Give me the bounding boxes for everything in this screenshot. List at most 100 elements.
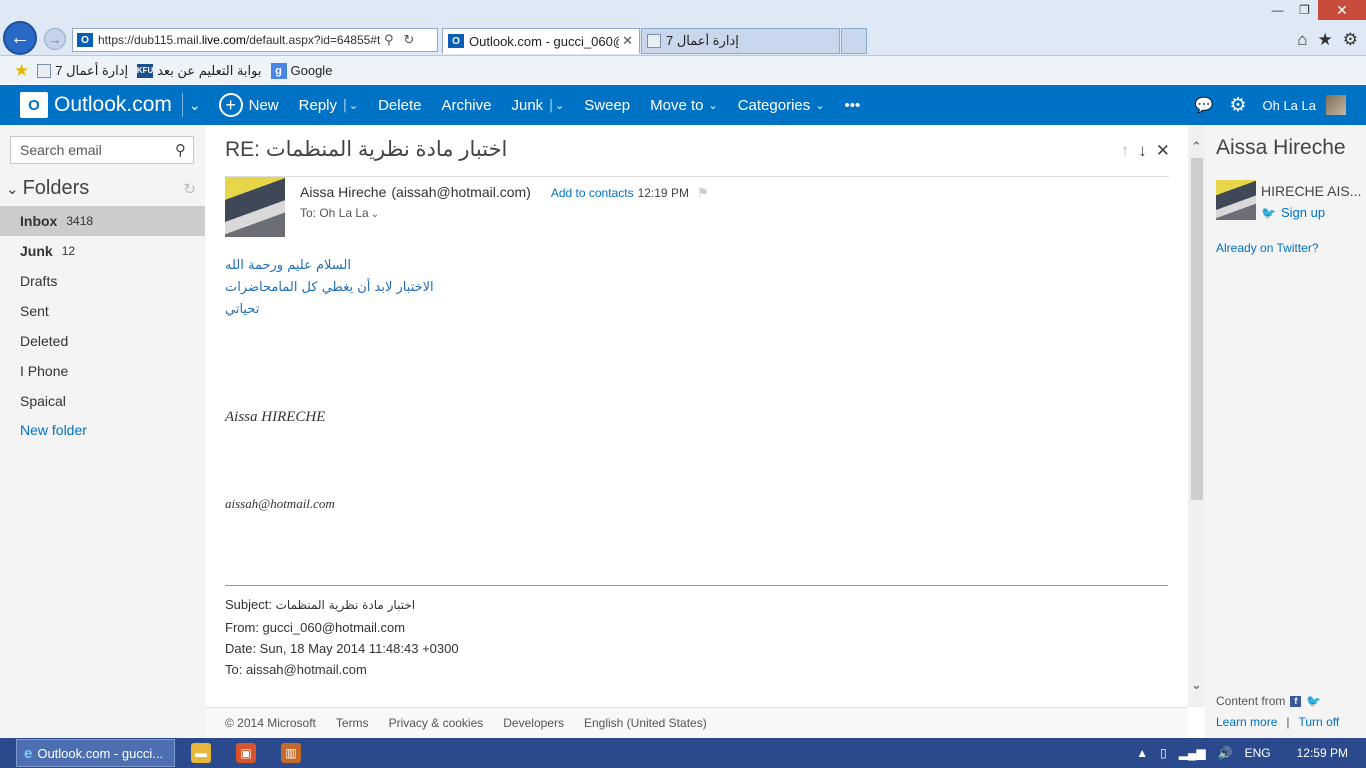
tab-outlook[interactable]: O Outlook.com - gucci_060@... ✕ bbox=[442, 28, 640, 54]
chevron-down-icon: ⌄ bbox=[6, 180, 19, 198]
battery-icon[interactable]: ▯ bbox=[1160, 746, 1167, 760]
internet-explorer-icon: e bbox=[24, 744, 33, 762]
reading-scrollbar[interactable]: ⌃ ⌄ bbox=[1188, 125, 1205, 707]
gear-icon[interactable]: ⚙ bbox=[1229, 94, 1246, 117]
divider bbox=[225, 176, 1169, 177]
language-indicator[interactable]: ENG bbox=[1245, 746, 1271, 760]
recipients-line[interactable]: To: Oh La La ⌄ bbox=[300, 206, 379, 220]
close-window-button[interactable]: ✕ bbox=[1318, 0, 1366, 20]
already-on-twitter-link[interactable]: Already on Twitter? bbox=[1216, 241, 1319, 255]
quoted-to: To: aissah@hotmail.com bbox=[225, 662, 367, 677]
clock[interactable]: 12:59 PM bbox=[1297, 746, 1348, 760]
new-tab-button[interactable] bbox=[841, 28, 867, 54]
browser-chrome: ← → O https://dub115.mail.live.com/defau… bbox=[0, 0, 1366, 56]
terms-link[interactable]: Terms bbox=[336, 716, 369, 730]
favorite-kfu[interactable]: KFU بوابة التعليم عن بعد bbox=[137, 63, 262, 79]
chevron-down-icon[interactable]: ⌄ bbox=[371, 209, 379, 220]
media-icon[interactable]: ▥ bbox=[281, 743, 301, 763]
more-actions-button[interactable]: ••• bbox=[844, 97, 860, 114]
network-icon[interactable]: ▂▄▆ bbox=[1179, 746, 1206, 760]
delete-button[interactable]: Delete bbox=[378, 97, 421, 114]
chevron-down-icon[interactable]: ⌄ bbox=[1188, 676, 1205, 694]
twitter-sign-up-link[interactable]: 🐦 Sign up bbox=[1261, 205, 1325, 220]
body-line: السلام عليم ورحمة الله bbox=[225, 258, 351, 273]
move-to-button[interactable]: Move to ⌄ bbox=[650, 97, 718, 114]
address-url[interactable]: https://dub115.mail.live.com/default.asp… bbox=[98, 33, 380, 47]
signature-email: aissah@hotmail.com bbox=[225, 496, 335, 511]
command-bar: O Outlook.com ⌄ + New Reply │⌄ Delete Arch… bbox=[0, 85, 1366, 125]
messaging-icon[interactable]: 💬 bbox=[1195, 96, 1214, 114]
brand-name: Outlook.com bbox=[54, 93, 172, 116]
flag-icon[interactable]: ⚑ bbox=[697, 185, 709, 201]
reply-button[interactable]: Reply │⌄ bbox=[299, 97, 358, 114]
developers-link[interactable]: Developers bbox=[503, 716, 564, 730]
sender-info: Aissa Hireche (aissah@hotmail.com) Add t… bbox=[300, 184, 709, 201]
sweep-button[interactable]: Sweep bbox=[584, 97, 630, 114]
forward-button[interactable]: → bbox=[44, 28, 66, 50]
chevron-down-icon: ⌄ bbox=[815, 99, 825, 112]
folder-iphone[interactable]: I Phone bbox=[0, 356, 205, 386]
restore-button[interactable]: ❐ bbox=[1291, 0, 1318, 20]
folder-junk[interactable]: Junk 12 bbox=[0, 236, 205, 266]
chevron-down-icon[interactable]: │⌄ bbox=[342, 99, 358, 112]
file-explorer-icon[interactable]: ▬ bbox=[191, 743, 211, 763]
folder-drafts[interactable]: Drafts bbox=[0, 266, 205, 296]
folder-sent[interactable]: Sent bbox=[0, 296, 205, 326]
user-name[interactable]: Oh La La bbox=[1263, 98, 1317, 113]
tab-business[interactable]: إدارة أعمال 7 bbox=[641, 28, 840, 54]
volume-icon[interactable]: 🔊 bbox=[1218, 746, 1233, 760]
junk-button[interactable]: Junk │⌄ bbox=[511, 97, 564, 114]
new-folder-link[interactable]: New folder bbox=[0, 415, 205, 445]
privacy-link[interactable]: Privacy & cookies bbox=[389, 716, 484, 730]
address-bar[interactable]: O https://dub115.mail.live.com/default.a… bbox=[72, 28, 438, 52]
arrow-down-icon[interactable]: ↓ bbox=[1138, 141, 1147, 161]
sender-photo[interactable] bbox=[225, 177, 285, 237]
outlook-favicon-icon: O bbox=[77, 33, 93, 47]
folder-spaical[interactable]: Spaical bbox=[0, 386, 205, 416]
minimize-button[interactable]: — bbox=[1264, 0, 1291, 20]
add-to-contacts-link[interactable]: Add to contacts bbox=[551, 186, 634, 200]
office-icon[interactable]: ▣ bbox=[236, 743, 256, 763]
learn-more-link[interactable]: Learn more bbox=[1216, 715, 1277, 729]
scroll-thumb[interactable] bbox=[1191, 158, 1203, 500]
refresh-icon[interactable]: ↻ bbox=[183, 180, 196, 198]
taskbar-ie-window[interactable]: e Outlook.com - gucci... bbox=[16, 739, 175, 767]
tab-label: إدارة أعمال 7 bbox=[666, 33, 739, 48]
message-navigation: ↑ ↓ ✕ bbox=[1121, 141, 1170, 161]
search-icon[interactable]: ⚲ bbox=[175, 141, 186, 159]
outlook-brand[interactable]: O Outlook.com bbox=[20, 92, 172, 118]
chevron-up-icon[interactable]: ⌃ bbox=[1188, 138, 1205, 156]
show-hidden-icons-icon[interactable]: ▲ bbox=[1136, 746, 1148, 760]
favorite-google[interactable]: g Google bbox=[270, 62, 332, 79]
home-icon[interactable]: ⌂ bbox=[1297, 30, 1307, 50]
avatar[interactable] bbox=[1326, 95, 1346, 115]
search-icon[interactable]: ⚲ bbox=[384, 32, 394, 48]
chevron-down-icon[interactable]: │⌄ bbox=[548, 99, 564, 112]
favorites-bar: ★ إدارة أعمال 7 KFU بوابة التعليم عن بعد… bbox=[0, 56, 1366, 85]
folder-pane: Search email ⚲ ⌄ Folders ↻ Inbox 3418 Jun… bbox=[0, 125, 205, 738]
close-icon[interactable]: ✕ bbox=[1156, 141, 1170, 161]
refresh-icon[interactable]: ↻ bbox=[404, 32, 415, 48]
search-input[interactable]: Search email ⚲ bbox=[10, 136, 194, 164]
twitter-icon: 🐦 bbox=[1261, 205, 1276, 220]
folder-deleted[interactable]: Deleted bbox=[0, 326, 205, 356]
back-button[interactable]: ← bbox=[3, 21, 37, 55]
chevron-down-icon: ⌄ bbox=[708, 99, 718, 112]
folders-header[interactable]: ⌄ Folders ↻ bbox=[6, 177, 196, 200]
favorite-business[interactable]: إدارة أعمال 7 bbox=[37, 63, 128, 79]
favorites-star-icon[interactable]: ★ bbox=[1318, 30, 1333, 50]
contact-photo[interactable] bbox=[1216, 180, 1256, 220]
sender-name[interactable]: Aissa Hireche bbox=[300, 184, 386, 200]
gear-icon[interactable]: ⚙ bbox=[1343, 30, 1358, 50]
turn-off-link[interactable]: Turn off bbox=[1299, 715, 1340, 729]
document-icon bbox=[37, 63, 52, 78]
new-button[interactable]: + New bbox=[218, 93, 279, 117]
categories-button[interactable]: Categories ⌄ bbox=[738, 97, 825, 114]
arrow-up-icon[interactable]: ↑ bbox=[1121, 141, 1130, 161]
folder-inbox[interactable]: Inbox 3418 bbox=[0, 206, 205, 236]
language-link[interactable]: English (United States) bbox=[584, 716, 707, 730]
app-switcher-chevron-icon[interactable]: ⌄ bbox=[189, 97, 201, 114]
close-tab-icon[interactable]: ✕ bbox=[622, 33, 633, 49]
add-favorite-icon[interactable]: ★ bbox=[14, 61, 29, 81]
archive-button[interactable]: Archive bbox=[441, 97, 491, 114]
